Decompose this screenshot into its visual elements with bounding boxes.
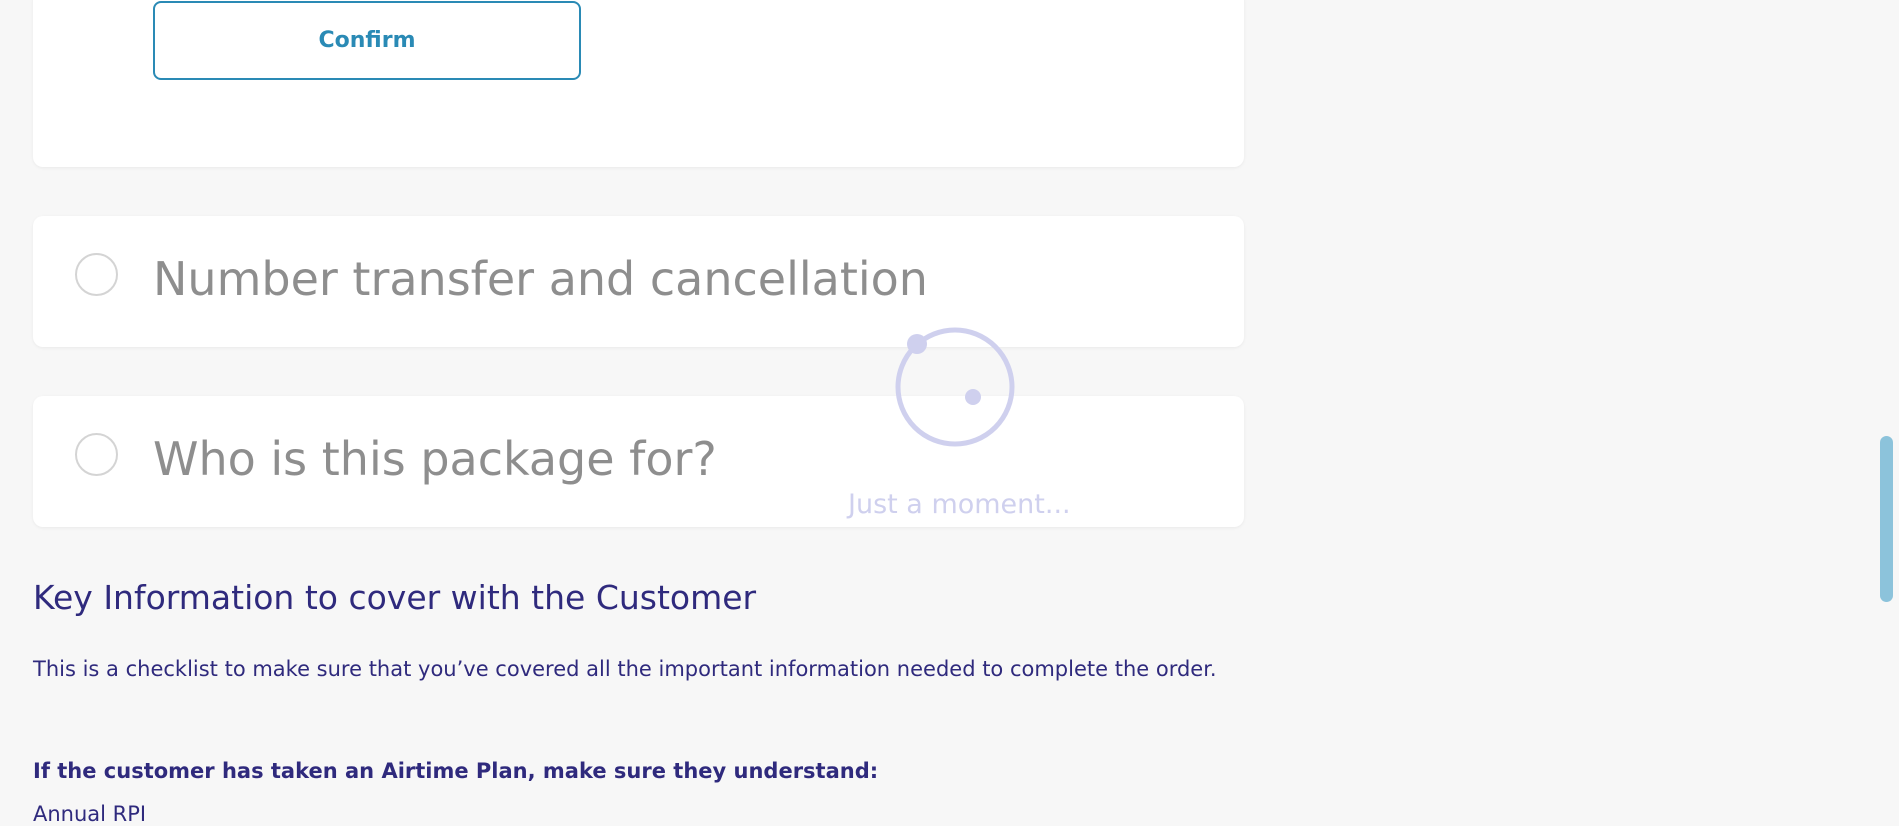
loading-text: Just a moment... <box>848 489 1071 520</box>
scrollbar-thumb[interactable] <box>1880 436 1893 602</box>
number-transfer-title: Number transfer and cancellation <box>153 252 928 306</box>
confirm-button[interactable]: Confirm <box>153 1 581 80</box>
confirm-card: Confirm <box>33 0 1244 167</box>
airtime-plan-heading: If the customer has taken an Airtime Pla… <box>33 759 879 783</box>
checklist-item: Annual RPI <box>33 802 147 826</box>
section-number-transfer[interactable]: Number transfer and cancellation <box>33 216 1244 347</box>
key-info-heading: Key Information to cover with the Custom… <box>33 578 757 617</box>
loading-spinner-icon <box>895 327 1015 447</box>
number-transfer-radio[interactable] <box>75 253 118 296</box>
key-info-description: This is a checklist to make sure that yo… <box>33 657 1217 681</box>
package-for-title: Who is this package for? <box>153 432 717 486</box>
package-for-radio[interactable] <box>75 433 118 476</box>
